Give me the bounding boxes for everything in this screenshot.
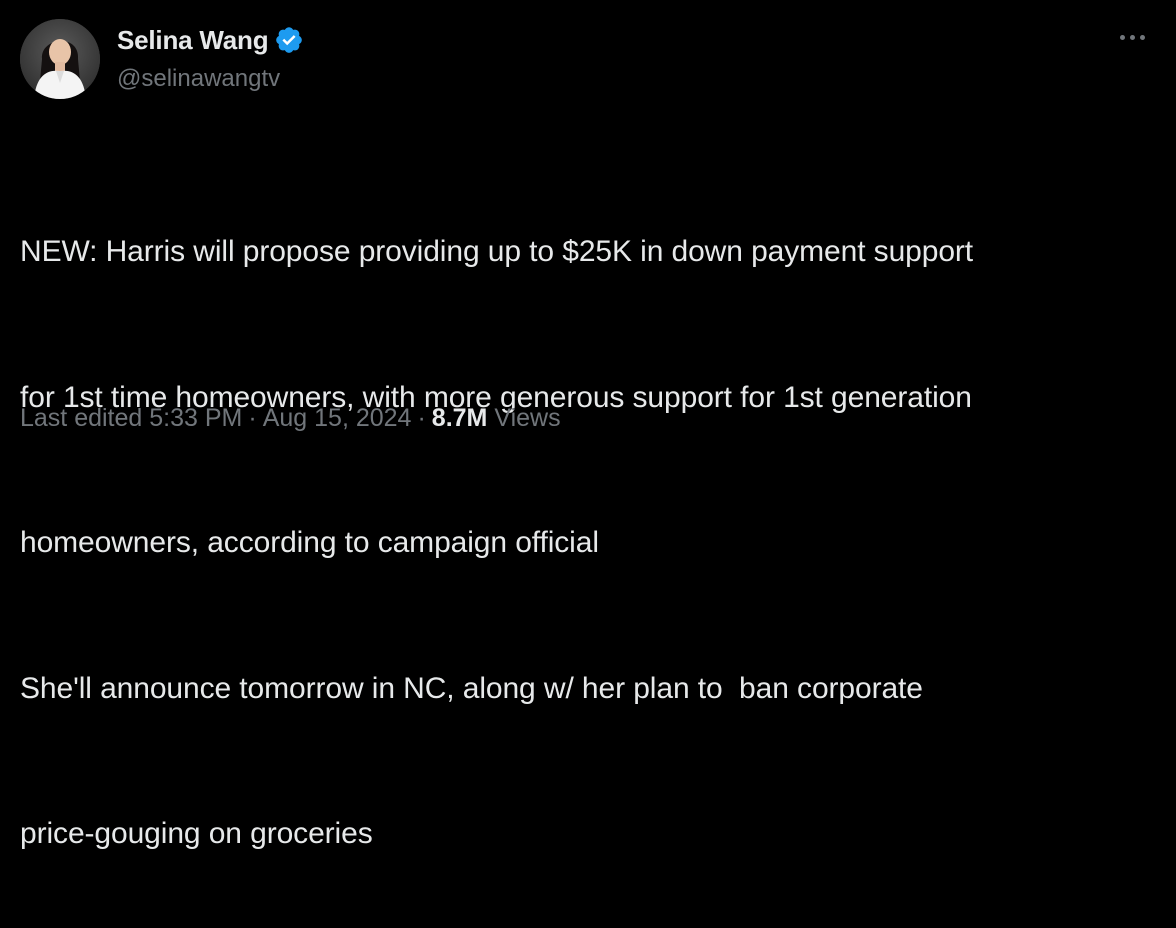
avatar[interactable] [20, 19, 100, 99]
post-text-line: She'll announce tomorrow in NC, along w/… [20, 671, 923, 705]
post-text: NEW: Harris will propose providing up to… [20, 131, 1160, 928]
author-handle[interactable]: @selinawangtv [117, 63, 280, 95]
views-count: 8.7M [431, 404, 488, 432]
dot [1129, 34, 1135, 40]
post-text-line: price-gouging on groceries [20, 817, 373, 850]
separator: · [417, 404, 426, 432]
author-name-row: Selina Wang [117, 22, 304, 58]
author-display-name[interactable]: Selina Wang [117, 22, 269, 58]
post-text-line: NEW: Harris will propose providing up to… [20, 235, 974, 268]
avatar-image [20, 19, 100, 99]
verified-badge-icon[interactable] [274, 25, 304, 55]
tweet-card: Selina Wang @selinawangtv NEW: Harris wi… [0, 0, 1176, 850]
post-time[interactable]: 5:33 PM [149, 404, 242, 432]
views-label: Views [494, 404, 561, 432]
separator: · [248, 404, 257, 432]
edited-label[interactable]: Last edited [20, 404, 142, 432]
post-meta: Last edited 5:33 PM · Aug 15, 2024 · 8.7M Vi… [20, 400, 561, 436]
post-text-line: homeowners, according to campaign offici… [20, 526, 599, 559]
dot [1119, 34, 1125, 40]
more-horizontal-icon[interactable] [1112, 22, 1152, 52]
post-date[interactable]: Aug 15, 2024 [263, 404, 412, 432]
dot [1139, 34, 1145, 40]
